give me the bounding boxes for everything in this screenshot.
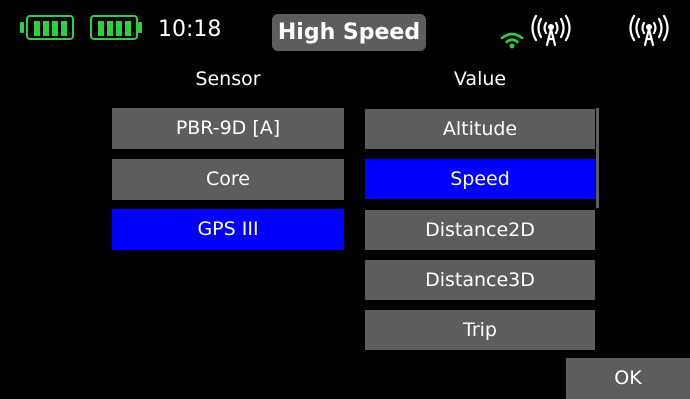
clock: 10:18 (158, 17, 222, 42)
value-list-scrollbar[interactable] (596, 108, 599, 208)
value-item[interactable]: Trip (365, 310, 595, 350)
value-item[interactable]: Distance2D (365, 210, 595, 250)
screen: 10:18 High Speed Sensor Value PBR-9D [A]… (0, 0, 690, 399)
value-item[interactable]: Altitude (365, 109, 595, 149)
sensor-item[interactable]: PBR-9D [A] (112, 108, 344, 149)
page-title: High Speed (272, 14, 426, 51)
ok-button[interactable]: OK (566, 358, 690, 399)
sensor-column-header: Sensor (195, 68, 261, 90)
antenna-signal-icon (629, 14, 669, 47)
sensor-item[interactable]: GPS III (112, 209, 344, 250)
value-item[interactable]: Speed (365, 159, 595, 199)
antenna-signal-icon (531, 14, 571, 47)
status-bar: 10:18 High Speed (0, 0, 690, 58)
sensor-item[interactable]: Core (112, 159, 344, 200)
wifi-icon (500, 32, 524, 49)
value-column-header: Value (453, 68, 507, 90)
value-item[interactable]: Distance3D (365, 260, 595, 300)
